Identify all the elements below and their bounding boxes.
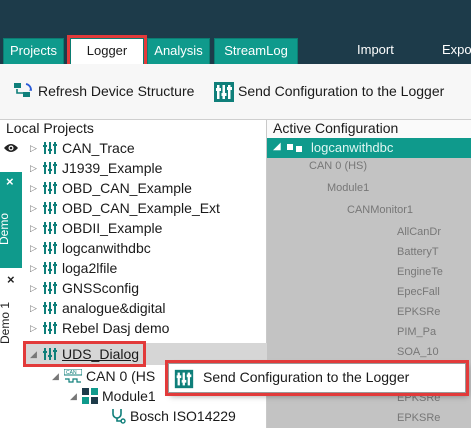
project-icon xyxy=(42,280,58,296)
ribbon: Refresh Device Structure Send Configurat… xyxy=(0,64,471,120)
active-root-row[interactable]: ◢ logcanwithdbc xyxy=(267,138,471,158)
project-icon xyxy=(42,180,58,196)
sliders-icon xyxy=(173,368,195,390)
project-label: analogue&digital xyxy=(62,300,166,316)
side-tab-demo[interactable]: × Demo xyxy=(0,172,22,268)
context-send-config-item[interactable]: Send Configuration to the Logger xyxy=(203,369,409,385)
can-node[interactable]: ◢ CAN CAN 0 (HS xyxy=(52,366,155,386)
project-icon xyxy=(42,240,58,256)
project-label: J1939_Example xyxy=(62,160,163,176)
project-icon xyxy=(42,200,58,216)
project-item[interactable]: ▷ OBD_CAN_Example xyxy=(30,178,192,198)
uds-node[interactable]: Bosch ISO14229 xyxy=(110,406,236,426)
module-node[interactable]: ◢ Module1 xyxy=(70,386,156,406)
send-config-label: Send Configuration to the Logger xyxy=(238,83,445,99)
local-projects-title: Local Projects xyxy=(6,120,94,136)
expand-arrow-icon[interactable]: ▷ xyxy=(30,223,40,234)
refresh-icon xyxy=(12,80,34,102)
project-icon xyxy=(42,140,58,156)
expand-arrow-icon[interactable]: ▷ xyxy=(30,243,40,254)
tab-projects[interactable]: Projects xyxy=(3,38,64,64)
top-bar: Projects Logger Analysis StreamLog Impor… xyxy=(0,0,471,67)
module-icon xyxy=(82,388,98,404)
project-item[interactable]: ▷ CAN_Trace xyxy=(30,138,135,158)
project-icon xyxy=(42,220,58,236)
eye-icon[interactable] xyxy=(3,142,19,157)
project-item[interactable]: ▷ Rebel Dasj demo xyxy=(30,318,169,338)
active-root-label: logcanwithdbc xyxy=(311,140,394,155)
project-item[interactable]: ▷ J1939_Example xyxy=(30,158,162,178)
project-icon xyxy=(42,160,58,176)
send-configuration-button[interactable]: Send Configuration to the Logger xyxy=(212,78,444,104)
project-label: OBD_CAN_Example xyxy=(62,180,192,196)
svg-text:CAN: CAN xyxy=(66,370,77,376)
project-icon xyxy=(42,260,58,276)
can-node-label: CAN 0 (HS xyxy=(86,368,156,384)
project-icon xyxy=(42,300,58,316)
expand-arrow-icon[interactable]: ▷ xyxy=(30,163,40,174)
stethoscope-icon xyxy=(110,408,126,424)
project-item-uds-dialog[interactable]: ◢ UDS_Dialog xyxy=(22,341,147,367)
project-label: OBD_CAN_Example_Ext xyxy=(62,200,220,216)
module-label: Module1 xyxy=(102,388,156,404)
collapse-arrow-icon[interactable]: ◢ xyxy=(70,391,80,402)
side-tab-demo1[interactable]: × Demo 1 xyxy=(0,270,22,350)
project-item[interactable]: ▷ OBD_CAN_Example_Ext xyxy=(30,198,220,218)
sliders-icon xyxy=(212,80,234,102)
project-item[interactable]: ▷ loga2lfile xyxy=(30,258,117,278)
device-icon xyxy=(287,142,303,154)
collapse-arrow-icon[interactable]: ◢ xyxy=(30,349,40,360)
uds-node-label: Bosch ISO14229 xyxy=(130,408,236,424)
project-item[interactable]: ▷ analogue&digital xyxy=(30,298,166,318)
project-label: Rebel Dasj demo xyxy=(62,320,170,336)
demo1-close-icon[interactable]: × xyxy=(7,272,15,287)
project-icon xyxy=(42,320,58,336)
project-label: CAN_Trace xyxy=(62,140,135,156)
side-tab-demo-label: Demo xyxy=(0,212,12,246)
tab-analysis[interactable]: Analysis xyxy=(147,38,210,64)
collapse-arrow-icon[interactable]: ◢ xyxy=(52,371,62,382)
expand-arrow-icon[interactable]: ▷ xyxy=(30,263,40,274)
project-label: GNSSconfig xyxy=(62,280,140,296)
demo-close-icon[interactable]: × xyxy=(6,174,14,189)
can-icon: CAN xyxy=(63,368,83,383)
expand-arrow-icon[interactable]: ▷ xyxy=(30,143,40,154)
project-label: logcanwithdbc xyxy=(62,240,151,256)
expand-arrow-icon[interactable]: ▷ xyxy=(30,183,40,194)
project-item[interactable]: ▷ OBDII_Example xyxy=(30,218,162,238)
active-config-title: Active Configuration xyxy=(273,120,399,136)
project-item[interactable]: ▷ GNSSconfig xyxy=(30,278,139,298)
import-menu[interactable]: Import xyxy=(357,38,394,64)
collapse-arrow-icon[interactable]: ◢ xyxy=(273,141,281,152)
export-menu[interactable]: Expo xyxy=(442,38,471,64)
refresh-label: Refresh Device Structure xyxy=(38,83,195,99)
expand-arrow-icon[interactable]: ▷ xyxy=(30,303,40,314)
expand-arrow-icon[interactable]: ▷ xyxy=(30,323,40,334)
project-label: OBDII_Example xyxy=(62,220,163,236)
side-tab-demo1-label: Demo 1 xyxy=(0,302,13,345)
context-menu: Send Configuration to the Logger xyxy=(165,360,469,396)
refresh-device-structure-button[interactable]: Refresh Device Structure xyxy=(12,78,194,104)
expand-arrow-icon[interactable]: ▷ xyxy=(30,203,40,214)
project-item[interactable]: ▷ logcanwithdbc xyxy=(30,238,151,258)
tab-logger[interactable]: Logger xyxy=(67,35,147,67)
expand-arrow-icon[interactable]: ▷ xyxy=(30,283,40,294)
project-label: UDS_Dialog xyxy=(62,346,140,362)
project-label: loga2lfile xyxy=(62,260,118,276)
project-icon xyxy=(42,346,58,362)
tab-streamlog[interactable]: StreamLog xyxy=(214,38,298,64)
